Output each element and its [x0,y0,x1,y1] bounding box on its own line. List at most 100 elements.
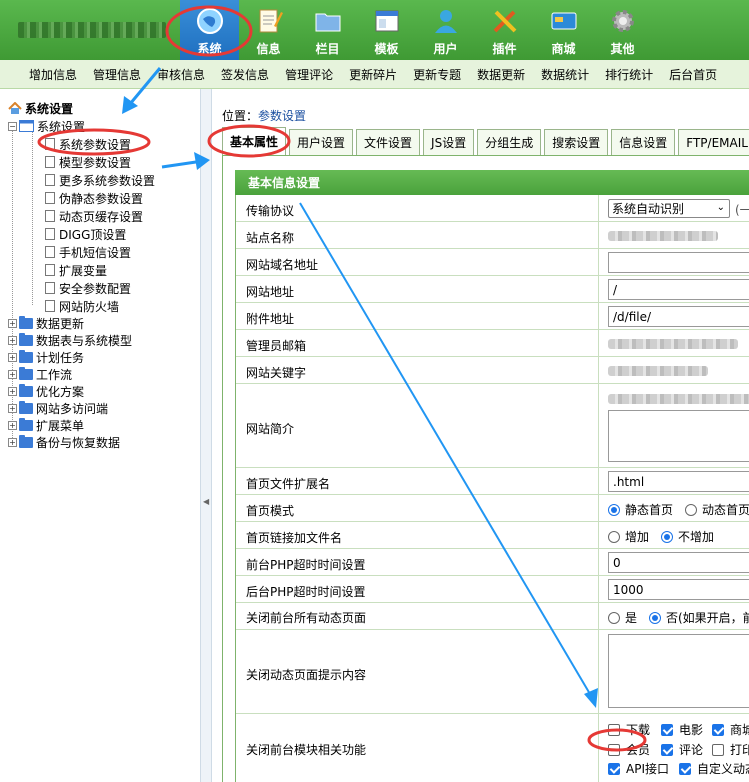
module-download[interactable]: 下载 [608,721,650,738]
expand-icon[interactable]: + [8,318,17,328]
topnav-plugin[interactable]: 插件 [475,0,534,60]
redacted-value [608,366,708,376]
topnav-template[interactable]: 模板 [357,0,416,60]
tree-item-dynamic-cache[interactable]: 动态页缓存设置 [45,207,143,225]
topnav-column[interactable]: 栏目 [298,0,357,60]
subnav-manage-comments[interactable]: 管理评论 [277,66,341,83]
domain-input[interactable] [608,252,749,273]
tab-search[interactable]: 搜索设置 [544,129,609,155]
tab-group[interactable]: 分组生成 [477,129,542,155]
radio-selected[interactable] [608,504,620,516]
index-link-no-add[interactable]: 不增加 [661,528,714,545]
subnav-admin-home[interactable]: 后台首页 [661,66,725,83]
module-print[interactable]: 打印 [712,741,749,758]
subnav-update-fragments[interactable]: 更新碎片 [341,66,405,83]
tree-folder-optimize[interactable]: + 优化方案 [8,382,84,400]
tree-item-sms[interactable]: 手机短信设置 [45,243,131,261]
tree-folder-workflow[interactable]: + 工作流 [8,365,72,383]
tab-user[interactable]: 用户设置 [289,129,354,155]
subnav-manage-info[interactable]: 管理信息 [85,66,149,83]
tree-item-firewall[interactable]: 网站防火墙 [45,297,119,315]
topnav-label: 插件 [492,42,517,56]
checkbox-checked[interactable] [661,744,673,756]
attach-url-input[interactable]: /d/file/ [608,306,749,327]
subnav-data-update[interactable]: 数据更新 [469,66,533,83]
tree-folder-tables[interactable]: + 数据表与系统模型 [8,331,132,349]
tab-info[interactable]: 信息设置 [611,129,676,155]
tab-js[interactable]: JS设置 [423,129,475,155]
collapse-icon[interactable]: − [8,121,17,131]
expand-icon[interactable]: + [8,420,17,430]
tree-folder-multi-access[interactable]: + 网站多访问端 [8,399,108,417]
radio[interactable] [608,531,620,543]
topnav-info[interactable]: 信息 [239,0,298,60]
tree-item-system-params[interactable]: 系统参数设置 [45,135,131,153]
expand-icon[interactable]: + [8,386,17,396]
tree-folder-tasks[interactable]: + 计划任务 [8,348,84,366]
module-custom-dynamic[interactable]: 自定义动态 [679,760,749,777]
tree-folder-data-update[interactable]: + 数据更新 [8,314,84,332]
close-tip-textarea[interactable] [608,634,749,708]
tree-folder-backup[interactable]: + 备份与恢复数据 [8,433,120,451]
protocol-select[interactable]: 系统自动识别 ⌄ [608,199,730,218]
tree-root[interactable]: 系统设置 [8,99,73,117]
front-timeout-input[interactable]: 0 [608,552,749,573]
radio[interactable] [608,612,620,624]
expand-icon[interactable]: + [8,352,17,362]
checkbox-checked[interactable] [712,724,724,736]
subnav-rank-stats[interactable]: 排行统计 [597,66,661,83]
sidebar-splitter[interactable]: ◀ [200,89,212,782]
topnav-other[interactable]: 其他 [593,0,652,60]
intro-textarea[interactable] [608,410,749,462]
tree-item-ext-vars[interactable]: 扩展变量 [45,261,107,279]
tree-group-system[interactable]: − 系统设置 [8,117,85,135]
radio-selected[interactable] [661,531,673,543]
index-link-add[interactable]: 增加 [608,528,649,545]
expand-icon[interactable]: + [8,403,17,413]
checkbox[interactable] [608,724,620,736]
module-api[interactable]: API接口 [608,760,669,777]
tree-item-rewrite-params[interactable]: 伪静态参数设置 [45,189,143,207]
close-dynamic-yes[interactable]: 是 [608,609,637,626]
tree-folder-ext-menu[interactable]: + 扩展菜单 [8,416,84,434]
index-mode-static[interactable]: 静态首页 [608,501,673,518]
sidebar-tree: 系统设置 − 系统设置 系统参数设置 模型参数设置 更多系统参数设置 伪静态参数… [0,95,200,782]
subnav-sign-info[interactable]: 签发信息 [213,66,277,83]
breadcrumb-link[interactable]: 参数设置 [258,109,306,123]
module-movie[interactable]: 电影 [661,721,703,738]
close-dynamic-no[interactable]: 否(如果开启，前 [649,609,749,626]
site-url-input[interactable]: / [608,279,749,300]
topnav-system[interactable]: 系统 [180,0,239,60]
subnav-review-info[interactable]: 审核信息 [149,66,213,83]
checkbox[interactable] [608,744,620,756]
expand-icon[interactable]: + [8,335,17,345]
radio[interactable] [685,504,697,516]
radio-selected[interactable] [649,612,661,624]
index-ext-input[interactable]: .html [608,471,749,492]
checkbox-checked[interactable] [679,763,691,775]
tree-item-security[interactable]: 安全参数配置 [45,279,131,297]
gear-icon [611,10,634,32]
checkbox-checked[interactable] [661,724,673,736]
expand-icon[interactable]: + [8,369,17,379]
tab-file[interactable]: 文件设置 [356,129,421,155]
topnav-user[interactable]: 用户 [416,0,475,60]
tree-item-digg[interactable]: DIGG顶设置 [45,225,126,243]
module-member[interactable]: 会员 [608,741,650,758]
index-mode-dynamic[interactable]: 动态首页 [685,501,749,518]
tab-ftp-email[interactable]: FTP/EMAIL [678,129,749,155]
module-comment[interactable]: 评论 [661,741,703,758]
tab-basic[interactable]: 基本属性 [222,127,287,155]
expand-icon[interactable]: + [8,437,17,447]
checkbox-checked[interactable] [608,763,620,775]
tree-item-model-params[interactable]: 模型参数设置 [45,153,131,171]
module-mall[interactable]: 商城 [712,721,749,738]
topnav-mall[interactable]: 商城 [534,0,593,60]
collapse-arrow-icon[interactable]: ◀ [203,497,209,506]
back-timeout-input[interactable]: 1000 [608,579,749,600]
subnav-update-topics[interactable]: 更新专题 [405,66,469,83]
tree-item-more-params[interactable]: 更多系统参数设置 [45,171,155,189]
subnav-data-stats[interactable]: 数据统计 [533,66,597,83]
checkbox[interactable] [712,744,724,756]
subnav-add-info[interactable]: 增加信息 [21,66,85,83]
